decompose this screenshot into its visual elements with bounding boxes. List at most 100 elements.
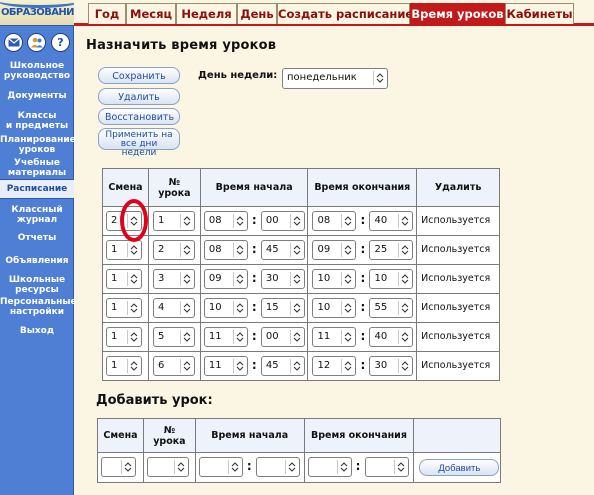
time-separator: : <box>360 271 366 285</box>
col-header-delete: Удалить <box>416 168 500 207</box>
chevron-updown-icon <box>127 301 139 315</box>
tab-day[interactable]: День <box>237 3 277 24</box>
shift-select[interactable]: 1 <box>106 240 142 260</box>
col-header-lesson-no: № урока <box>147 168 201 207</box>
end-hour-select[interactable]: 08 <box>312 211 357 231</box>
lesson-no-select[interactable]: 2 <box>152 240 195 260</box>
help-icon[interactable]: ? <box>51 33 70 52</box>
shift-select[interactable]: 1 <box>106 356 142 376</box>
cell-start-time: 11:45 <box>199 351 309 381</box>
chevron-updown-icon <box>289 243 302 257</box>
cell-start-time: 09:30 <box>199 264 309 294</box>
cell-end-time: 10:10 <box>307 264 418 294</box>
sidebar-item-schedule[interactable]: Расписание <box>0 179 74 199</box>
sidebar-item-personal-settings[interactable]: Персональные настройки <box>0 297 77 319</box>
add-end-hour-select[interactable] <box>307 457 352 477</box>
end-minute-select[interactable]: 10 <box>369 269 414 289</box>
end-hour-select[interactable]: 11 <box>312 327 357 347</box>
status-text: Используется <box>421 360 491 371</box>
end-hour-select[interactable]: 12 <box>312 356 357 376</box>
lesson-no-select[interactable]: 5 <box>152 327 195 347</box>
cell-start-time: 08:45 <box>199 235 309 265</box>
save-button[interactable]: Сохранить <box>98 67 180 84</box>
lesson-no-select-value: 2 <box>157 244 165 255</box>
add-lesson-button[interactable]: Добавить <box>419 459 500 476</box>
end-hour-select[interactable]: 10 <box>312 269 357 289</box>
end-minute-select[interactable]: 55 <box>369 298 414 318</box>
add-start-minute-select[interactable] <box>255 457 300 477</box>
chevron-updown-icon <box>179 301 192 315</box>
lesson-no-select-value: 6 <box>157 360 165 371</box>
start-minute-select[interactable]: 45 <box>260 356 305 376</box>
shift-select[interactable]: 2 <box>106 211 142 231</box>
cell-lesson-no: 1 <box>147 206 201 236</box>
users-icon[interactable] <box>27 33 46 52</box>
sidebar-item-school-resources[interactable]: Школьные ресурсы <box>0 275 74 297</box>
tab-week[interactable]: Неделя <box>176 3 237 24</box>
add-start-hour-select[interactable] <box>198 457 243 477</box>
cell-lesson-no: 4 <box>147 293 201 323</box>
time-separator: : <box>251 300 257 314</box>
shift-select[interactable]: 1 <box>106 327 142 347</box>
start-hour-select[interactable]: 08 <box>203 211 248 231</box>
restore-button[interactable]: Восстановить <box>98 108 180 125</box>
shift-select-value: 1 <box>111 273 118 284</box>
tab-bar: Год Месяц Неделя День Создать расписание… <box>74 0 594 26</box>
apply-all-days-button[interactable]: Применить на все дни недели <box>98 128 180 158</box>
lesson-no-select[interactable]: 6 <box>152 356 195 376</box>
shift-select[interactable]: 1 <box>106 298 142 318</box>
start-hour-select[interactable]: 11 <box>203 356 248 376</box>
sidebar-item-classes[interactable]: Классы и предметы <box>0 111 74 133</box>
start-minute-select[interactable]: 00 <box>260 211 305 231</box>
tab-lesson-times[interactable]: Время уроков <box>410 3 505 24</box>
lesson-no-select[interactable]: 4 <box>152 298 195 318</box>
mail-icon[interactable] <box>4 33 23 52</box>
chevron-updown-icon <box>127 214 139 228</box>
add-shift-select[interactable] <box>101 457 136 477</box>
end-hour-select[interactable]: 10 <box>312 298 357 318</box>
end-minute-select[interactable]: 40 <box>369 211 414 231</box>
tab-create-schedule[interactable]: Создать расписание <box>277 3 413 24</box>
start-hour-select[interactable]: 09 <box>203 269 248 289</box>
chevron-updown-icon <box>398 272 410 286</box>
add-end-minute-select[interactable] <box>364 457 409 477</box>
end-minute-select[interactable]: 30 <box>369 356 414 376</box>
lesson-no-select[interactable]: 3 <box>152 269 195 289</box>
add-cell-end: : <box>303 452 415 483</box>
sidebar-item-school-management[interactable]: Школьное руководство <box>0 61 74 83</box>
start-minute-select[interactable]: 15 <box>260 298 305 318</box>
start-hour-select[interactable]: 08 <box>203 240 248 260</box>
sidebar-icon-bar: ? <box>0 33 74 55</box>
start-minute-select[interactable]: 30 <box>260 269 305 289</box>
cell-status: Используется <box>416 293 500 323</box>
lesson-no-select-value: 5 <box>157 331 165 342</box>
start-minute-select[interactable]: 00 <box>260 327 305 347</box>
delete-button[interactable]: Удалить <box>98 88 180 105</box>
start-minute-select[interactable]: 45 <box>260 240 305 260</box>
end-hour-select[interactable]: 09 <box>312 240 357 260</box>
chevron-updown-icon <box>232 301 245 315</box>
add-lesson-no-select[interactable] <box>146 457 189 477</box>
tab-year[interactable]: Год <box>88 3 126 24</box>
end-minute-select[interactable]: 40 <box>369 327 414 347</box>
start-hour-select[interactable]: 10 <box>203 298 248 318</box>
sidebar-item-reports[interactable]: Отчеты <box>0 233 74 245</box>
sidebar-item-lesson-planning[interactable]: Планирование уроков <box>0 135 76 157</box>
sidebar-item-announcements[interactable]: Объявления <box>0 256 74 268</box>
shift-select[interactable]: 1 <box>106 269 142 289</box>
day-of-week-select[interactable]: понедельник <box>282 68 388 89</box>
chevron-updown-icon <box>341 243 353 257</box>
start-hour-select[interactable]: 11 <box>203 327 248 347</box>
cell-shift: 1 <box>102 351 149 381</box>
start-minute-select-value: 00 <box>265 331 279 342</box>
sidebar-item-class-journal[interactable]: Классный журнал <box>0 205 74 227</box>
tab-rooms[interactable]: Кабинеты <box>505 3 574 24</box>
tab-month[interactable]: Месяц <box>126 3 176 24</box>
cell-status: Используется <box>416 351 500 381</box>
sidebar-item-logout[interactable]: Выход <box>0 326 74 338</box>
lesson-no-select[interactable]: 1 <box>152 211 195 231</box>
end-minute-select[interactable]: 25 <box>369 240 414 260</box>
chevron-updown-icon <box>341 272 353 286</box>
sidebar-item-materials[interactable]: Учебные материалы <box>0 158 74 180</box>
sidebar-item-documents[interactable]: Документы <box>0 91 74 103</box>
